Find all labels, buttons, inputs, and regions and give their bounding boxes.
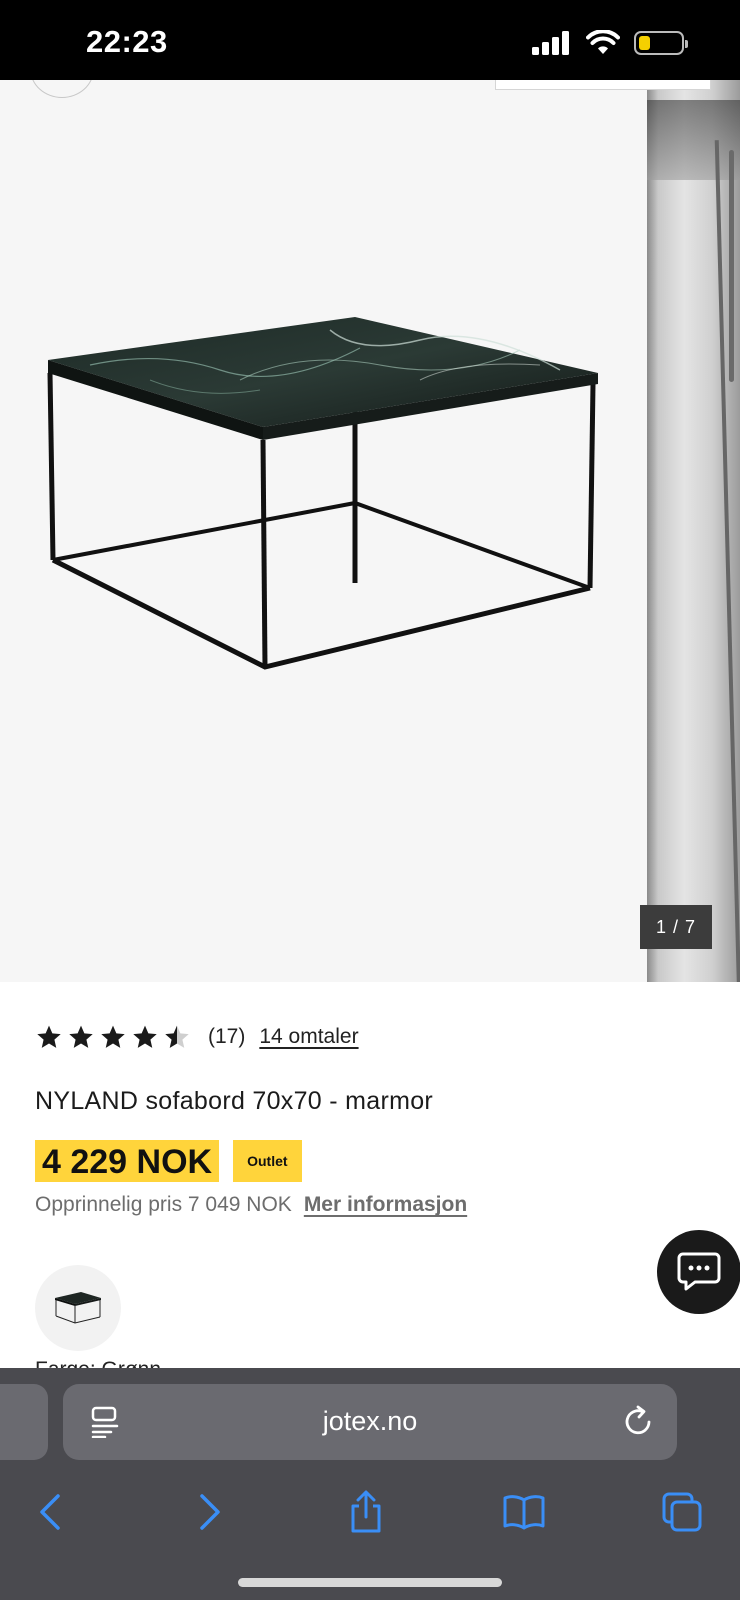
original-price-row: Opprinnelig pris 7 049 NOK Mer informasj… [35,1193,467,1217]
forward-button[interactable] [186,1488,234,1536]
status-bar: 22:23 [0,0,740,80]
back-button[interactable] [26,1488,74,1536]
rating-count: (17) [208,1025,246,1048]
home-indicator [238,1578,502,1587]
table-thumbnail-icon [55,1292,101,1324]
previous-tab[interactable] [0,1384,48,1460]
bookmarks-button[interactable] [500,1488,548,1536]
share-button[interactable] [342,1488,390,1536]
tabs-icon [662,1492,702,1532]
price-row: 4 229 NOK Outlet [35,1140,302,1182]
url-text: jotex.no [322,1406,418,1436]
price: 4 229 NOK [35,1140,220,1182]
rating-row: (17) 14 omtaler [36,1024,359,1050]
color-swatch[interactable] [35,1265,121,1351]
scroll-indicator [729,150,734,382]
star-rating [36,1024,190,1050]
book-icon [503,1495,545,1530]
star-full-icon [101,1025,125,1048]
chat-button[interactable] [657,1230,740,1314]
share-icon [351,1490,381,1533]
browser-bar: jotex.no [0,1368,740,1600]
status-time: 22:23 [86,24,168,59]
status-icons [532,30,688,56]
coffee-table-illustration [47,317,598,670]
star-full-icon [133,1025,157,1048]
next-product-image[interactable] [647,80,740,982]
product-gallery[interactable]: 1 / 7 [0,80,740,982]
forward-arrow-icon [200,1494,220,1530]
back-arrow-icon [40,1494,60,1530]
original-price: Opprinnelig pris 7 049 NOK [35,1193,292,1216]
browser-toolbar [0,1478,740,1548]
star-full-icon [69,1025,93,1048]
wifi-icon [586,30,620,54]
reviews-link[interactable]: 14 omtaler [259,1025,358,1049]
star-full-icon [37,1025,61,1048]
address-bar[interactable]: jotex.no [63,1384,677,1460]
reload-icon[interactable] [623,1404,655,1438]
product-title: NYLAND sofabord 70x70 - marmor [35,1087,434,1115]
image-counter: 1 / 7 [640,905,712,949]
product-image[interactable] [0,80,647,982]
more-info-link[interactable]: Mer informasjon [304,1193,467,1217]
tabs-button[interactable] [658,1488,706,1536]
chat-icon [677,1252,721,1291]
outlet-badge: Outlet [233,1140,302,1182]
star-half-icon [165,1025,189,1048]
top-overlay-box [495,80,711,90]
cellular-signal-icon [532,31,569,55]
battery-icon [634,31,688,55]
